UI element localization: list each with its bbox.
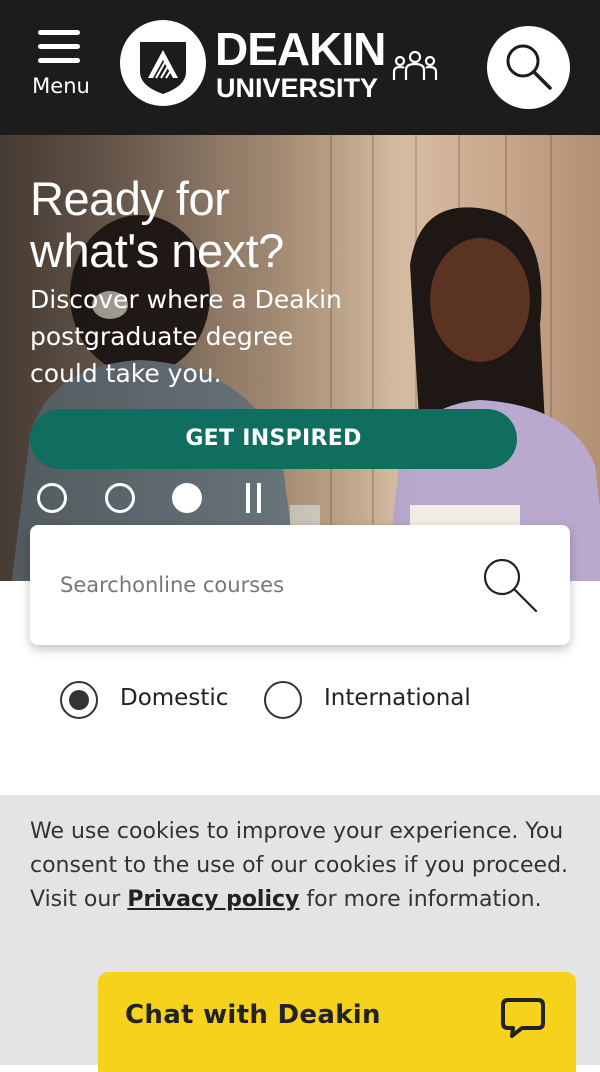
menu-button[interactable]: Menu [24, 26, 98, 106]
course-search-card [30, 525, 570, 645]
radio-domestic-label: Domestic [120, 685, 229, 711]
chat-label: Chat with Deakin [125, 1000, 381, 1030]
get-inspired-button[interactable]: GET INSPIRED [30, 409, 517, 469]
hero-banner: Ready for what's next? Discover where a … [0, 135, 600, 581]
logo-wordmark-university: UNIVERSITY [216, 73, 379, 103]
search-submit-button[interactable] [480, 555, 540, 615]
privacy-policy-link[interactable]: Privacy policy [127, 887, 299, 912]
speech-bubble-icon [501, 998, 545, 1038]
carousel-dot-2[interactable] [105, 483, 135, 513]
hero-title: Ready for what's next? [30, 172, 284, 277]
site-header: Menu DEAKIN UNIVERSITY [0, 0, 600, 135]
carousel-dot-1[interactable] [37, 483, 67, 513]
radio-domestic-control[interactable] [60, 681, 98, 719]
people-group-icon[interactable] [392, 48, 438, 86]
hamburger-icon [38, 30, 80, 66]
chat-with-deakin-button[interactable]: Chat with Deakin [98, 972, 576, 1072]
course-search-input[interactable] [60, 565, 460, 605]
magnifier-icon [483, 558, 538, 613]
radio-international-control[interactable] [264, 681, 302, 719]
header-search-button[interactable] [487, 26, 570, 109]
cookie-message: We use cookies to improve your experienc… [30, 819, 569, 912]
radio-international-label: International [324, 685, 471, 711]
menu-label: Menu [32, 74, 90, 98]
logo-wordmark-deakin: DEAKIN [215, 23, 386, 75]
magnifier-icon [506, 44, 552, 90]
deakin-logo-link[interactable]: DEAKIN UNIVERSITY [120, 20, 386, 110]
radio-international[interactable]: International [264, 680, 494, 720]
hero-subtitle: Discover where a Deakin postgraduate deg… [30, 285, 342, 388]
radio-domestic[interactable]: Domestic [60, 680, 250, 720]
carousel-pause-button[interactable] [244, 483, 264, 513]
deakin-shield-logo-icon [120, 20, 206, 106]
carousel-dot-3[interactable] [172, 483, 202, 513]
